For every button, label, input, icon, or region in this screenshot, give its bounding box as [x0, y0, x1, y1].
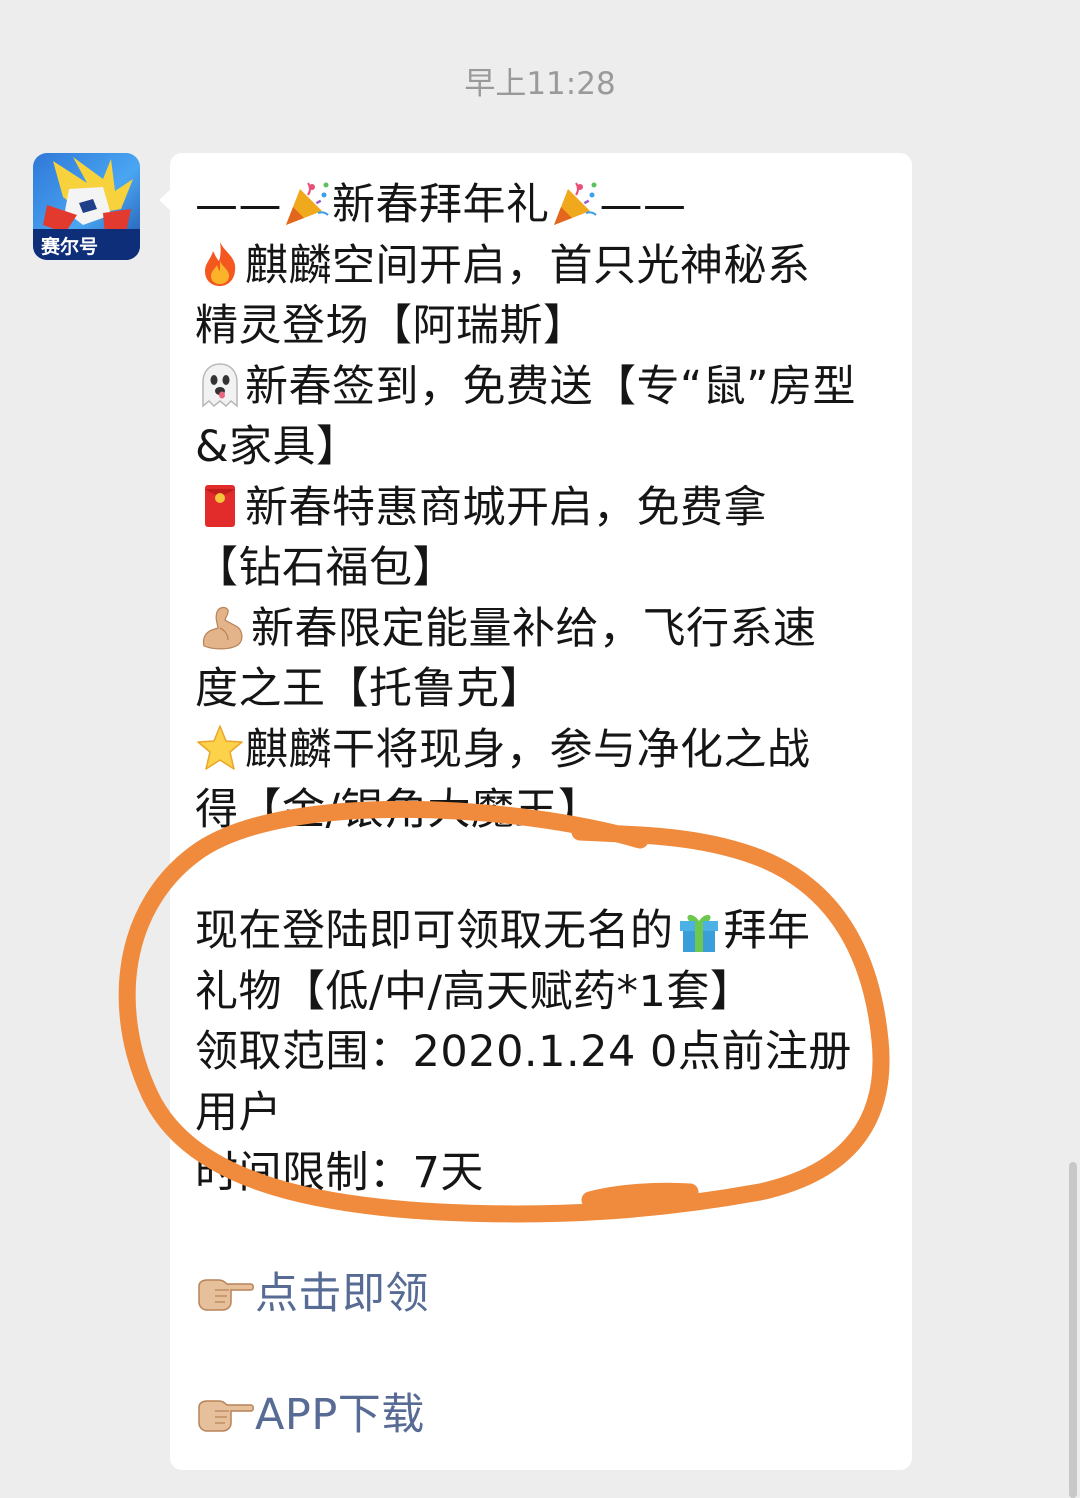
item-qilin-general: 麒麟干将现身，参与净化之战 [195, 720, 895, 781]
message-title-line: —— 新春拜年礼 —— [195, 175, 895, 236]
item-qilin-space-text-2: 精灵登场【阿瑞斯】 [195, 301, 587, 351]
message-timestamp: 早上11:28 [464, 66, 616, 102]
title-dash-left: —— [195, 180, 282, 230]
item-energy-text-2: 度之王【托鲁克】 [195, 664, 543, 714]
item-qilin-general-text-2: 得【金/银角大魔王】 [195, 785, 602, 835]
flexed-biceps-icon [195, 602, 251, 652]
game-app-icon: 赛尔号 [33, 157, 140, 260]
claim-link-line: 点击即领 [195, 1264, 895, 1325]
item-mall-text: 新春特惠商城开启，免费拿 [245, 482, 767, 533]
title-dash-right: —— [599, 180, 687, 230]
item-qilin-space-text: 麒麟空间开启，首只光神秘系 [245, 240, 811, 291]
gift-icon [674, 905, 724, 955]
avatar-logo-text: 赛尔号 [40, 235, 98, 258]
red-envelope-icon [195, 481, 245, 531]
item-sign-in-text: 新春签到，免费送【专“鼠”房型 [245, 361, 857, 412]
fire-icon [195, 239, 245, 289]
gift-line: 现在登陆即可领取无名的 拜年 [195, 901, 895, 962]
item-energy: 新春限定能量补给，飞行系速 [195, 599, 895, 660]
claim-range-2: 用户 [195, 1087, 282, 1138]
party-popper-icon [282, 179, 332, 229]
message-bubble[interactable]: —— 新春拜年礼 —— 麒麟空间开启，首只光神秘系 精灵登场【阿瑞斯】 新春签到，免… [159, 153, 912, 1470]
app-download-link[interactable]: APP下载 [255, 1390, 425, 1440]
item-mall: 新春特惠商城开启，免费拿 [195, 478, 895, 539]
gift-text: 现在登陆即可领取无名的 [195, 906, 674, 956]
pointing-hand-icon [195, 1268, 255, 1318]
party-popper-icon [550, 179, 600, 229]
pointing-hand-icon [195, 1389, 255, 1439]
item-energy-text: 新春限定能量补给，飞行系速 [251, 603, 817, 654]
app-link-line: APP下载 [195, 1385, 895, 1446]
star-icon [195, 723, 245, 773]
claim-link[interactable]: 点击即领 [255, 1269, 429, 1319]
time-limit: 时间限制：7天 [195, 1148, 484, 1198]
item-sign-in: 新春签到，免费送【专“鼠”房型 [195, 357, 895, 418]
item-sign-in-text-2: &家具】 [195, 422, 360, 472]
ghost-icon [195, 360, 245, 410]
message-title: 新春拜年礼 [332, 180, 550, 230]
gift-text-end: 拜年 [723, 906, 811, 956]
item-qilin-general-text: 麒麟干将现身，参与净化之战 [245, 724, 811, 775]
claim-range: 领取范围：2020.1.24 0点前注册 [195, 1027, 852, 1077]
sender-avatar[interactable]: 赛尔号 [33, 153, 140, 260]
item-qilin-space: 麒麟空间开启，首只光神秘系 [195, 236, 895, 297]
item-mall-text-2: 【钻石福包】 [195, 543, 456, 593]
scrollbar[interactable] [1069, 1162, 1077, 1498]
message-text: —— 新春拜年礼 —— 麒麟空间开启，首只光神秘系 精灵登场【阿瑞斯】 新春签到，免… [195, 175, 895, 1446]
gift-text-2: 礼物【低/中/高天赋药*1套】 [195, 966, 754, 1017]
